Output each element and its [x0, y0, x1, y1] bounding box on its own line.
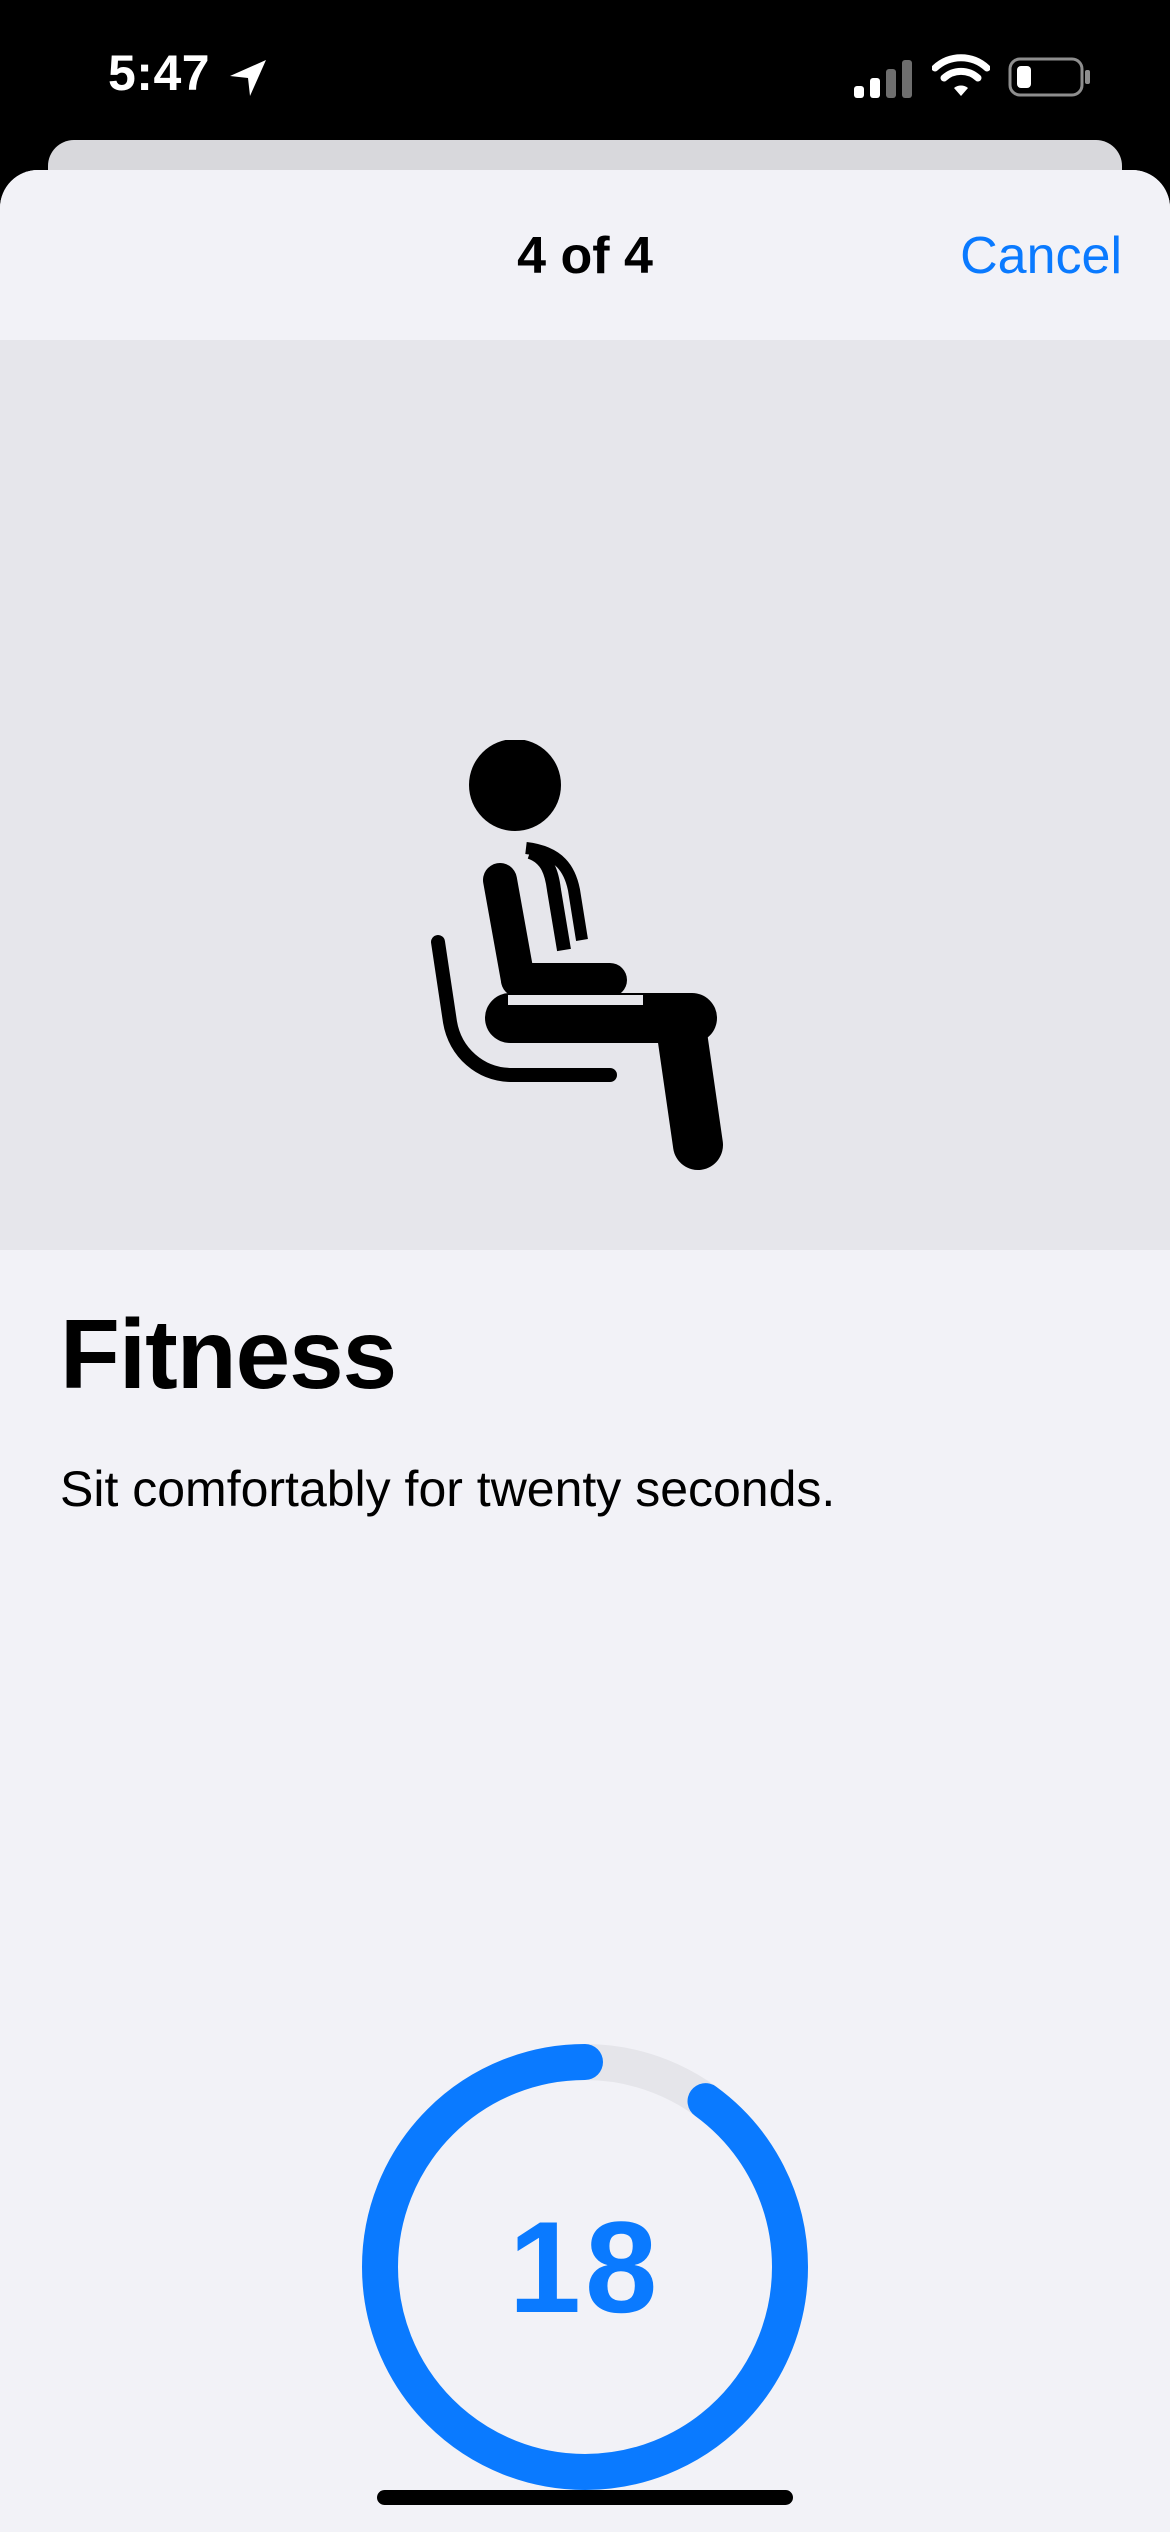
hero-illustration [0, 340, 1170, 1250]
timer-value: 18 [508, 2194, 662, 2340]
battery-icon [1008, 57, 1090, 97]
page-title: Fitness [60, 1299, 397, 1409]
person-sitting-icon [431, 740, 723, 1170]
home-indicator [377, 2490, 793, 2505]
status-bar: 5:47 [0, 0, 1170, 150]
countdown-timer: 18 [362, 2044, 808, 2490]
status-time: 5:47 [108, 45, 211, 101]
modal-sheet: 4 of 4 Cancel Fitness Sit comfortably fo… [0, 170, 1170, 2532]
screen: 5:47 4 of 4 Cancel Fitness Sit comfortab… [0, 0, 1170, 2532]
location-arrow-icon [230, 60, 266, 96]
cancel-button[interactable]: Cancel [960, 226, 1122, 286]
navigation-bar: 4 of 4 Cancel [0, 170, 1170, 340]
wifi-icon [932, 54, 990, 96]
instruction-text: Sit comfortably for twenty seconds. [60, 1461, 836, 1517]
cellular-signal-icon [854, 60, 912, 98]
